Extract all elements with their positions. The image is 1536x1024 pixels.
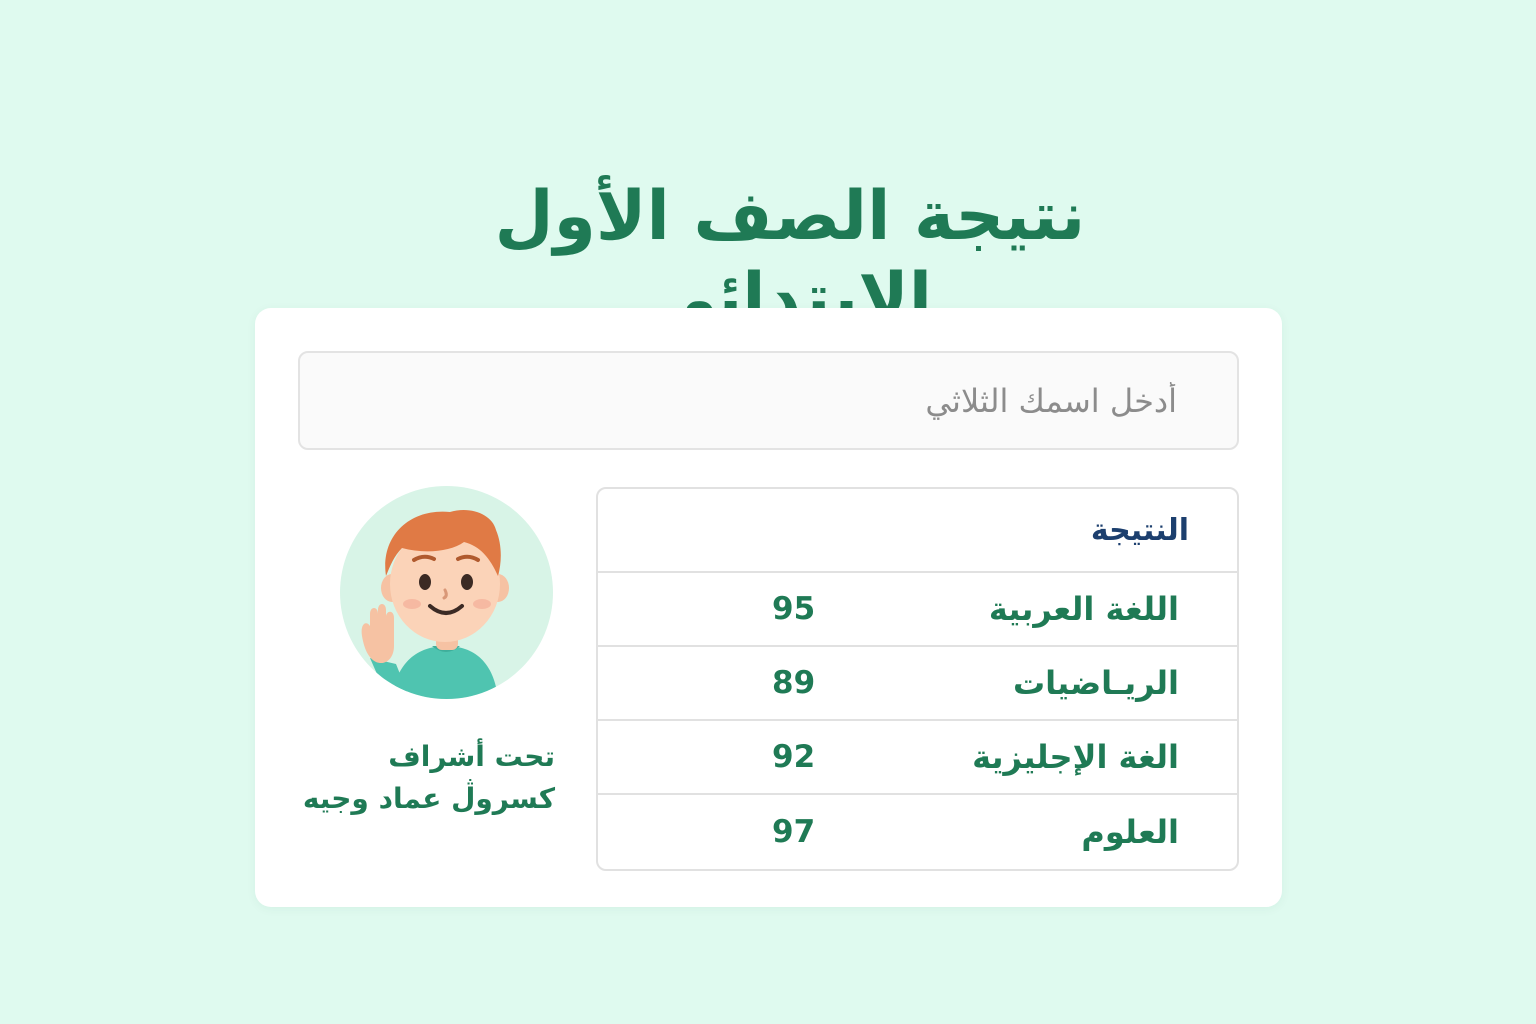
subject-name: الغة الإجليزية [972,738,1179,776]
subject-score: 97 [772,814,816,850]
supervisor-name: كسروڷ عماد وجيه [302,782,555,815]
table-row: الغة الإجليزية 92 [598,721,1237,795]
table-row: اللغة العربية 95 [598,573,1237,647]
results-title: النتيجة [1090,512,1189,548]
subject-name: العلوم [1081,813,1179,851]
name-search-input[interactable] [298,351,1239,450]
results-table: النتيجة اللغة العربية 95 الريـاضيات 89 ا… [596,487,1239,871]
supervisor-credit: تحت أشراف كسروڷ عماد وجيه [295,736,555,820]
supervisor-label: تحت أشراف [388,740,555,773]
subject-name: اللغة العربية [988,590,1179,628]
boy-waving-avatar-icon [340,486,553,699]
result-card: النتيجة اللغة العربية 95 الريـاضيات 89 ا… [255,308,1282,907]
table-row: العلوم 97 [598,795,1237,869]
subject-name: الريـاضيات [1012,664,1179,702]
results-header: النتيجة [598,489,1237,573]
page: نتيجة الصف الأول الإبتدائي النتيجة اللغة… [0,0,1536,1024]
subject-score: 95 [772,591,816,627]
subject-score: 89 [772,665,816,701]
subject-score: 92 [772,739,816,775]
table-row: الريـاضيات 89 [598,647,1237,721]
